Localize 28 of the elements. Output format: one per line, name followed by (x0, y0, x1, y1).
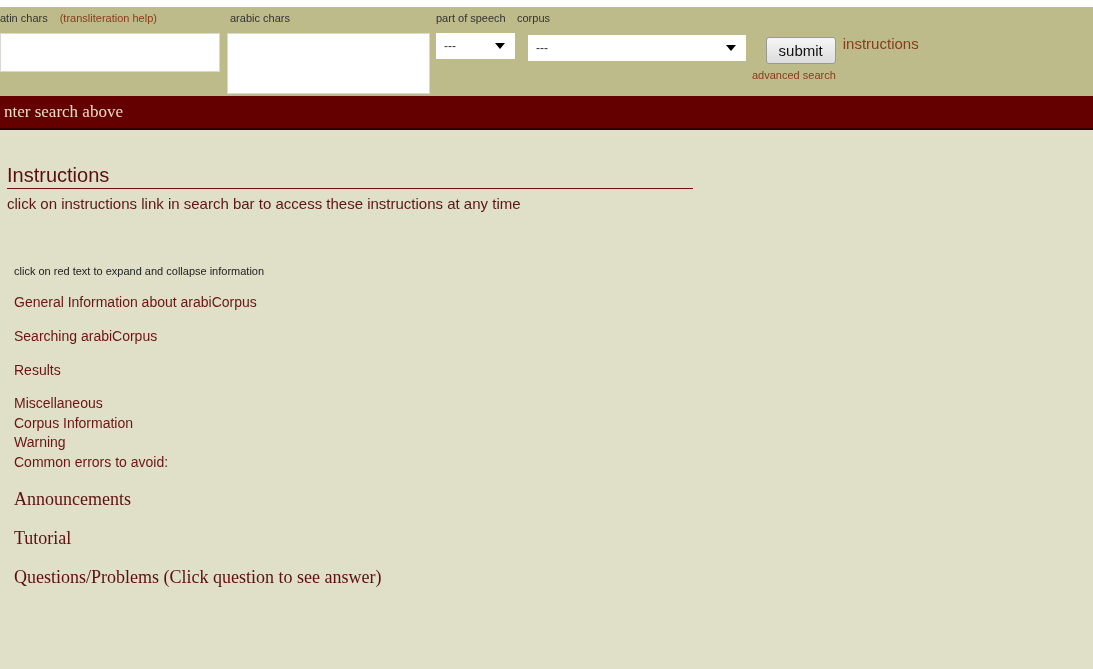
section-link[interactable]: Results (14, 362, 61, 378)
status-text: nter search above (4, 102, 123, 122)
hint-text: click on red text to expand and collapse information (14, 265, 266, 277)
input-field[interactable] (0, 33, 220, 72)
field-label: arabic chars (229, 12, 290, 25)
section-link[interactable]: Warning (14, 433, 66, 453)
dropdown[interactable]: --- (436, 33, 515, 59)
dropdown[interactable]: --- (528, 35, 746, 61)
section-link[interactable]: Miscellaneous (14, 394, 103, 414)
section-link[interactable]: General Information about arabiCorpus (14, 294, 257, 310)
input-field[interactable] (227, 33, 430, 94)
section-link[interactable]: Common errors to avoid: (14, 452, 169, 472)
section-heading-link[interactable]: Tutorial (14, 528, 72, 548)
section-heading-link[interactable]: Announcements (14, 489, 131, 509)
instructions-link[interactable]: instructions (842, 35, 919, 52)
caret-icon (495, 43, 505, 49)
advanced-search-link[interactable]: advanced search (752, 69, 836, 81)
instructions-heading: Instructions (7, 164, 693, 189)
section-link[interactable]: Corpus Information (14, 413, 134, 433)
section-link[interactable]: Searching arabiCorpus (14, 328, 158, 344)
field-label: corpus (517, 12, 551, 25)
caret-icon (726, 45, 736, 51)
section-heading-link[interactable]: Questions/Problems (Click question to see answer) (14, 567, 382, 587)
instructions-note: click on instructions link in search bar to access these instructions at any time (7, 195, 522, 212)
field-label: atin chars (0, 12, 48, 25)
submit-button[interactable]: submit (765, 37, 836, 64)
field-label: part of speech (436, 12, 506, 25)
help-link[interactable]: (transliteration help) (59, 12, 157, 25)
